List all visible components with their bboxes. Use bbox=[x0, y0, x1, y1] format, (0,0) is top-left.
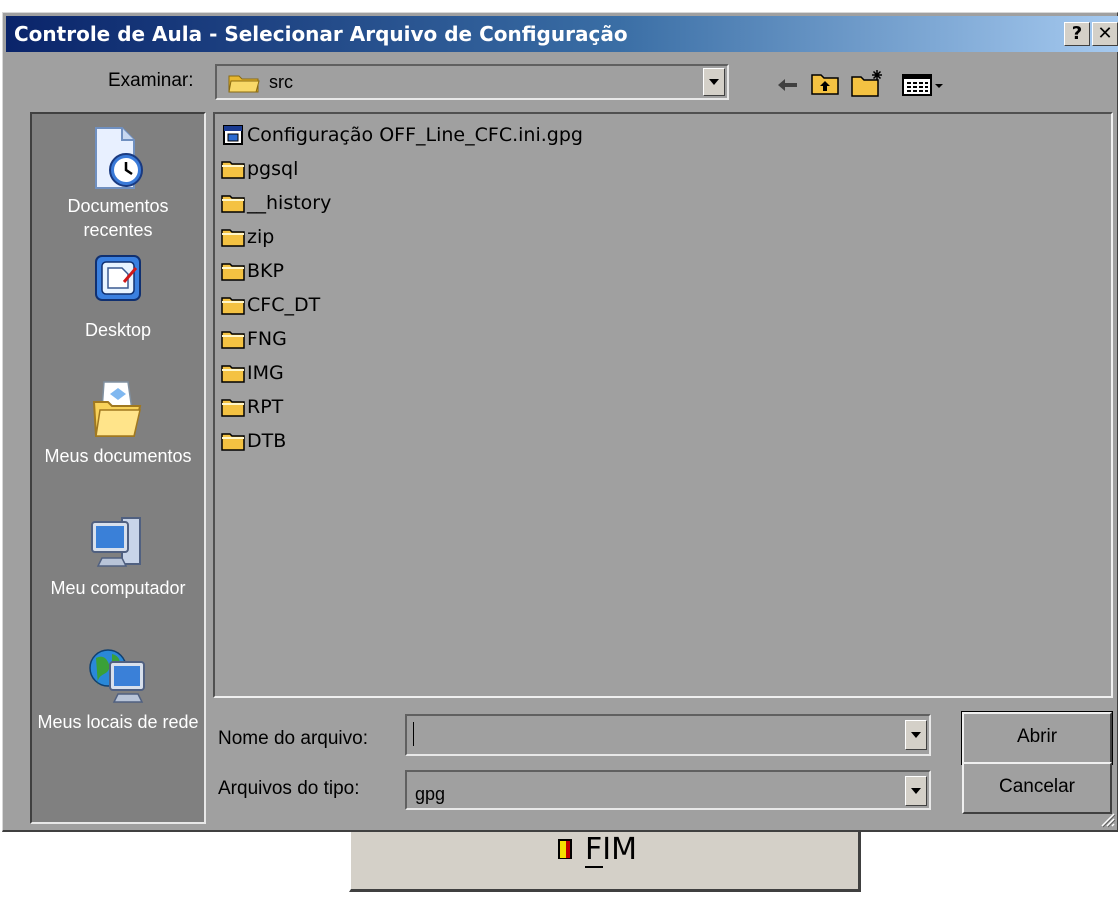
cancel-button[interactable]: Cancelar bbox=[962, 762, 1112, 814]
file-name: RPT bbox=[247, 396, 284, 418]
place-network[interactable]: Meus locais de rede bbox=[32, 644, 204, 734]
exit-door-icon bbox=[558, 839, 572, 859]
list-item[interactable]: RPT bbox=[221, 390, 1101, 424]
my-computer-icon bbox=[91, 517, 141, 567]
look-in-dropdown-arrow[interactable] bbox=[703, 68, 725, 96]
folder-icon bbox=[221, 297, 245, 315]
list-item[interactable]: pgsql bbox=[221, 152, 1101, 186]
place-desktop[interactable]: Desktop bbox=[32, 252, 204, 342]
place-my-computer[interactable]: Meu computador bbox=[32, 514, 204, 600]
recent-documents-icon bbox=[95, 127, 143, 189]
place-label: Documentos recentes bbox=[67, 196, 169, 240]
help-button[interactable]: ? bbox=[1064, 22, 1090, 46]
fim-label: FIM bbox=[585, 832, 637, 867]
file-name: DTB bbox=[247, 430, 287, 452]
filetype-value: gpg bbox=[415, 784, 446, 804]
filename-combo[interactable] bbox=[405, 714, 931, 756]
place-recent-documents[interactable]: Documentos recentes bbox=[32, 124, 204, 242]
folder-icon bbox=[221, 433, 245, 451]
place-label: Meu computador bbox=[50, 578, 186, 598]
list-item[interactable]: Configuração OFF_Line_CFC.ini.gpg bbox=[221, 118, 1101, 152]
list-item[interactable]: zip bbox=[221, 220, 1101, 254]
place-label: Desktop bbox=[84, 320, 152, 340]
filetype-label: Arquivos do tipo: bbox=[218, 778, 360, 799]
filename-input[interactable] bbox=[409, 718, 897, 748]
folder-icon bbox=[221, 263, 245, 281]
new-folder-icon[interactable] bbox=[850, 68, 886, 98]
network-places-icon bbox=[89, 649, 145, 703]
look-in-label: Examinar: bbox=[108, 70, 194, 91]
folder-icon bbox=[221, 365, 245, 383]
place-label: Meus documentos bbox=[44, 446, 192, 466]
folder-open-icon bbox=[228, 75, 260, 93]
file-name: pgsql bbox=[247, 158, 299, 180]
folder-icon bbox=[221, 161, 245, 179]
filetype-dropdown-arrow[interactable] bbox=[905, 776, 927, 806]
my-documents-icon bbox=[92, 381, 142, 437]
back-arrow-icon[interactable] bbox=[776, 76, 800, 94]
filename-dropdown-arrow[interactable] bbox=[905, 720, 927, 750]
place-my-documents[interactable]: Meus documentos bbox=[32, 376, 204, 468]
list-item[interactable]: __history bbox=[221, 186, 1101, 220]
up-folder-icon[interactable] bbox=[810, 70, 840, 96]
title-bar[interactable]: Controle de Aula - Selecionar Arquivo de… bbox=[6, 16, 1118, 52]
place-label: Meus locais de rede bbox=[37, 712, 199, 732]
file-name: CFC_DT bbox=[247, 294, 321, 316]
file-list[interactable]: Configuração OFF_Line_CFC.ini.gpg pgsql … bbox=[213, 112, 1113, 698]
file-icon bbox=[223, 125, 243, 145]
filename-label: Nome do arquivo: bbox=[218, 728, 368, 749]
list-item[interactable]: DTB bbox=[221, 424, 1101, 458]
look-in-combo[interactable]: src bbox=[215, 64, 729, 100]
list-item[interactable]: BKP bbox=[221, 254, 1101, 288]
window-title: Controle de Aula - Selecionar Arquivo de… bbox=[14, 22, 628, 46]
folder-icon bbox=[221, 331, 245, 349]
folder-icon bbox=[221, 195, 245, 213]
desktop-icon bbox=[95, 255, 141, 301]
list-item[interactable]: IMG bbox=[221, 356, 1101, 390]
places-bar: Documentos recentes Desktop Meus documen… bbox=[30, 112, 206, 824]
close-button[interactable]: ✕ bbox=[1092, 22, 1118, 46]
look-in-value: src bbox=[269, 72, 293, 92]
file-name: zip bbox=[247, 226, 275, 248]
view-menu-icon[interactable] bbox=[902, 74, 944, 96]
list-item[interactable]: FNG bbox=[221, 322, 1101, 356]
open-button[interactable]: Abrir bbox=[961, 711, 1113, 765]
fim-button[interactable]: FIM bbox=[349, 832, 861, 892]
filetype-combo[interactable]: gpg bbox=[405, 770, 931, 810]
file-name: BKP bbox=[247, 260, 284, 282]
file-name: __history bbox=[247, 192, 332, 214]
file-name: IMG bbox=[247, 362, 284, 384]
file-name: FNG bbox=[247, 328, 287, 350]
resize-grip-icon[interactable] bbox=[1098, 810, 1116, 828]
fim-mnemonic-underline bbox=[585, 866, 603, 868]
folder-icon bbox=[221, 229, 245, 247]
list-item[interactable]: CFC_DT bbox=[221, 288, 1101, 322]
text-caret bbox=[413, 722, 414, 746]
folder-icon bbox=[221, 399, 245, 417]
file-name: Configuração OFF_Line_CFC.ini.gpg bbox=[247, 124, 583, 146]
